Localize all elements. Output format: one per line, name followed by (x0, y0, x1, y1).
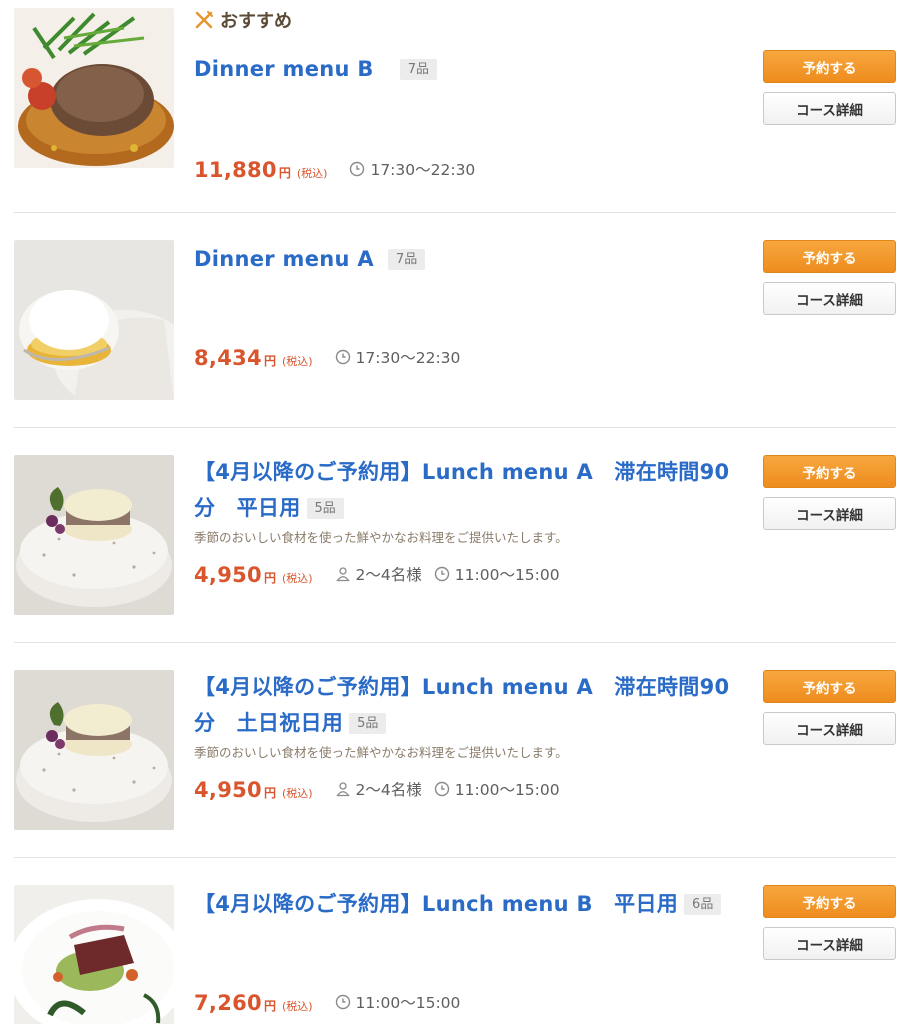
course-actions: 予約する コース詳細 (763, 240, 896, 315)
recommend-label: おすすめ (220, 11, 292, 32)
course-item: おすすめ Dinner menu B 7品 11,880 円 (税込) 17:30… (14, 8, 896, 213)
person-icon (335, 567, 350, 582)
course-detail-button[interactable]: コース詳細 (763, 497, 896, 530)
clock-icon (434, 566, 449, 582)
course-detail-button[interactable]: コース詳細 (763, 92, 896, 125)
tax-note: (税込) (296, 167, 328, 180)
tax-note: (税込) (281, 355, 313, 368)
time-text: 11:00〜15:00 (454, 566, 560, 584)
dish-count-badge: 6品 (684, 894, 722, 915)
clock-icon (335, 349, 350, 365)
clock-icon (434, 781, 449, 797)
dish-count-badge: 7品 (399, 59, 437, 80)
price: 4,950 (194, 563, 262, 587)
yen-unit: 円 (263, 571, 276, 585)
course-item: 【4月以降のご予約用】Lunch menu B 平日用 6品 7,260 円 (税… (14, 885, 896, 1024)
course-detail-button[interactable]: コース詳細 (763, 927, 896, 960)
course-title[interactable]: Dinner menu A (194, 247, 374, 271)
time-range: 17:30〜22:30 (349, 158, 475, 180)
dish-photo[interactable] (14, 8, 174, 168)
price: 8,434 (194, 346, 262, 370)
course-meta: 4,950 円 (税込) 2〜4名様 11:00〜15:00 (194, 563, 560, 587)
time-range: 11:00〜15:00 (434, 778, 560, 800)
course-description: 季節のおいしい食材を使った鮮やかなお料理をご提供いたします。 (194, 745, 568, 760)
time-range: 11:00〜15:00 (434, 563, 560, 585)
party-size: 2〜4名様 (335, 563, 422, 585)
divider (14, 857, 896, 858)
course-meta: 4,950 円 (税込) 2〜4名様 11:00〜15:00 (194, 778, 560, 802)
time-text: 17:30〜22:30 (355, 349, 461, 367)
yen-unit: 円 (263, 786, 276, 800)
dish-photo[interactable] (14, 885, 174, 1024)
reserve-button[interactable]: 予約する (763, 240, 896, 273)
dish-photo[interactable] (14, 240, 174, 400)
course-description: 季節のおいしい食材を使った鮮やかなお料理をご提供いたします。 (194, 530, 568, 545)
reserve-button[interactable]: 予約する (763, 670, 896, 703)
course-actions: 予約する コース詳細 (763, 455, 896, 530)
time-range: 17:30〜22:30 (335, 346, 461, 368)
time-range: 11:00〜15:00 (335, 991, 461, 1013)
course-actions: 予約する コース詳細 (763, 885, 896, 960)
divider (14, 427, 896, 428)
clock-icon (335, 994, 350, 1010)
dish-count-badge: 7品 (387, 249, 426, 270)
tax-note: (税込) (281, 1000, 313, 1013)
recommend-badge: おすすめ (194, 8, 292, 32)
party-size: 2〜4名様 (335, 778, 422, 800)
course-title[interactable]: 【4月以降のご予約用】Lunch menu A 滞在時間90分 土日祝日用 (194, 675, 729, 735)
course-title[interactable]: 【4月以降のご予約用】Lunch menu B 平日用 (194, 892, 678, 916)
time-text: 17:30〜22:30 (370, 161, 476, 179)
person-icon (335, 782, 350, 797)
price: 4,950 (194, 778, 262, 802)
dish-count-badge: 5品 (349, 713, 387, 734)
course-actions: 予約する コース詳細 (763, 670, 896, 745)
course-actions: 予約する コース詳細 (763, 50, 896, 125)
course-meta: 8,434 円 (税込) 17:30〜22:30 (194, 346, 460, 370)
course-title[interactable]: Dinner menu B (194, 57, 374, 81)
course-detail-button[interactable]: コース詳細 (763, 712, 896, 745)
yen-unit: 円 (278, 166, 291, 180)
time-text: 11:00〜15:00 (355, 994, 461, 1012)
reserve-button[interactable]: 予約する (763, 50, 896, 83)
clock-icon (350, 161, 365, 177)
course-detail-button[interactable]: コース詳細 (763, 282, 896, 315)
reserve-button[interactable]: 予約する (763, 455, 896, 488)
divider (14, 212, 896, 213)
course-meta: 7,260 円 (税込) 11:00〜15:00 (194, 991, 460, 1015)
time-text: 11:00〜15:00 (454, 781, 560, 799)
utensils-icon (195, 11, 213, 29)
price: 11,880 (194, 158, 277, 182)
course-meta: 11,880 円 (税込) 17:30〜22:30 (194, 158, 475, 182)
divider (14, 642, 896, 643)
dish-photo[interactable] (14, 670, 174, 830)
course-item: 【4月以降のご予約用】Lunch menu A 滞在時間90分 土日祝日用 5品 … (14, 670, 896, 858)
dish-count-badge: 5品 (306, 498, 344, 519)
course-item: Dinner menu A 7品 8,434 円 (税込) 17:30〜22:30… (14, 240, 896, 428)
party-size-text: 2〜4名様 (355, 566, 422, 584)
yen-unit: 円 (263, 999, 276, 1013)
party-size-text: 2〜4名様 (355, 781, 422, 799)
price: 7,260 (194, 991, 262, 1015)
tax-note: (税込) (281, 572, 313, 585)
dish-photo[interactable] (14, 455, 174, 615)
reserve-button[interactable]: 予約する (763, 885, 896, 918)
tax-note: (税込) (281, 787, 313, 800)
yen-unit: 円 (263, 354, 276, 368)
course-title[interactable]: 【4月以降のご予約用】Lunch menu A 滞在時間90分 平日用 (194, 460, 729, 520)
course-item: 【4月以降のご予約用】Lunch menu A 滞在時間90分 平日用 5品 季節… (14, 455, 896, 643)
